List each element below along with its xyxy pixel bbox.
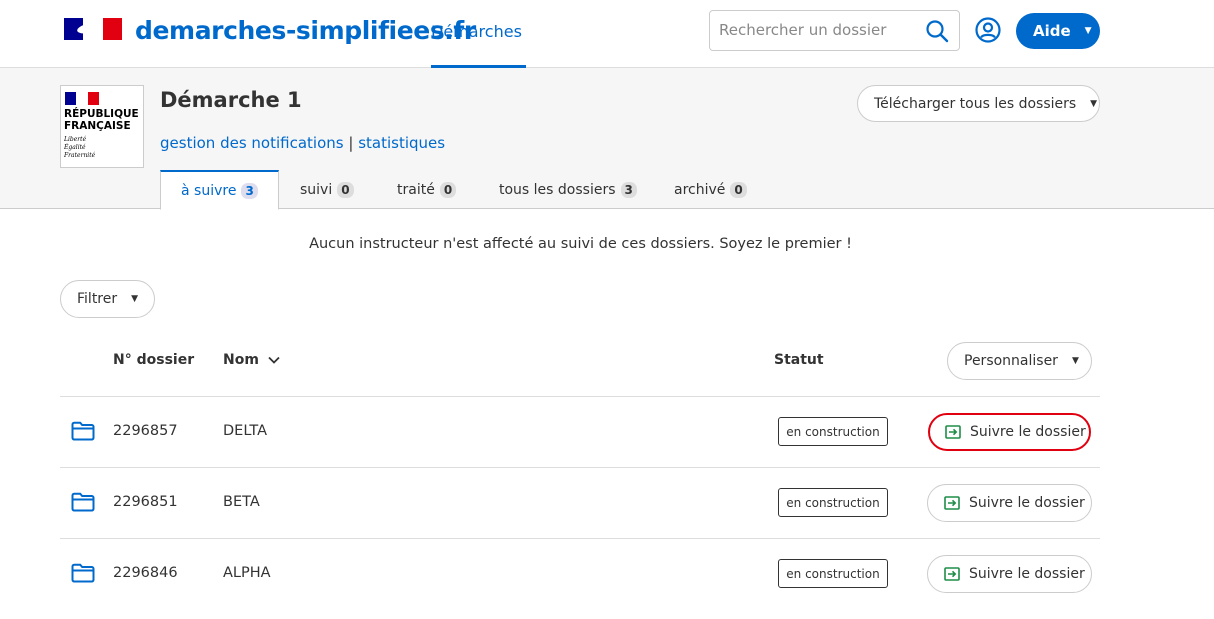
table-row[interactable]: 2296857 DELTA en construction Suivre le … bbox=[60, 397, 1100, 467]
procedure-title: Démarche 1 bbox=[160, 88, 302, 112]
column-header-nom-label: Nom bbox=[223, 352, 259, 368]
notifications-link[interactable]: gestion des notifications bbox=[160, 134, 344, 152]
caret-down-icon: ▼ bbox=[1084, 26, 1092, 36]
procedure-header: RÉPUBLIQUE FRANÇAISE Liberté Égalité Frater… bbox=[0, 68, 1214, 210]
tab-count: 0 bbox=[337, 182, 354, 198]
table-row[interactable]: 2296851 BETA en construction Suivre le d… bbox=[60, 468, 1100, 538]
tab-label: archivé bbox=[674, 182, 726, 198]
dossier-name[interactable]: BETA bbox=[223, 494, 260, 510]
caret-down-icon: ▼ bbox=[1090, 98, 1098, 109]
follow-dossier-button[interactable]: Suivre le dossier bbox=[927, 484, 1092, 522]
tab-count: 3 bbox=[620, 182, 637, 198]
filter-label: Filtrer bbox=[77, 291, 118, 307]
tab-count: 3 bbox=[241, 182, 258, 199]
tab-count: 0 bbox=[730, 182, 747, 198]
dossier-name[interactable]: ALPHA bbox=[223, 565, 271, 581]
status-badge: en construction bbox=[778, 417, 888, 446]
folder-icon[interactable] bbox=[71, 492, 95, 512]
tab-tous-les-dossiers[interactable]: tous les dossiers 3 bbox=[499, 170, 637, 210]
follow-label: Suivre le dossier bbox=[969, 495, 1085, 511]
dossier-number[interactable]: 2296851 bbox=[113, 494, 178, 510]
logo-motto: Liberté Égalité Fraternité bbox=[64, 136, 96, 159]
site-header: demarches-simplifiees.fr Démarches Aide ▼ bbox=[0, 0, 1214, 68]
caret-down-icon: ▼ bbox=[131, 294, 139, 304]
tab-traite[interactable]: traité 0 bbox=[397, 170, 457, 210]
tab-label: tous les dossiers bbox=[499, 182, 616, 198]
column-header-nom[interactable]: Nom bbox=[223, 352, 280, 368]
dossier-name[interactable]: DELTA bbox=[223, 423, 267, 439]
tab-a-suivre[interactable]: à suivre 3 bbox=[160, 170, 279, 210]
follow-label: Suivre le dossier bbox=[969, 566, 1085, 582]
tab-label: à suivre bbox=[181, 182, 237, 199]
procedure-links: gestion des notifications | statistiques bbox=[160, 134, 445, 152]
status-badge: en construction bbox=[778, 488, 888, 517]
download-label: Télécharger tous les dossiers bbox=[874, 95, 1077, 112]
folder-icon[interactable] bbox=[71, 421, 95, 441]
tab-label: traité bbox=[397, 182, 435, 198]
user-account-icon[interactable] bbox=[975, 17, 1001, 43]
tab-label: suivi bbox=[300, 182, 333, 198]
follow-label: Suivre le dossier bbox=[970, 424, 1086, 440]
search-box bbox=[709, 10, 960, 51]
dossier-number[interactable]: 2296846 bbox=[113, 565, 178, 581]
follow-icon bbox=[944, 567, 960, 581]
follow-icon bbox=[945, 425, 961, 439]
chevron-down-icon bbox=[268, 356, 280, 364]
follow-dossier-button[interactable]: Suivre le dossier bbox=[928, 413, 1091, 451]
table-row[interactable]: 2296846 ALPHA en construction Suivre le … bbox=[60, 539, 1100, 609]
aide-button[interactable]: Aide ▼ bbox=[1016, 13, 1100, 49]
follow-dossier-button[interactable]: Suivre le dossier bbox=[927, 555, 1092, 593]
follow-icon bbox=[944, 496, 960, 510]
dossier-number[interactable]: 2296857 bbox=[113, 423, 178, 439]
caret-down-icon: ▼ bbox=[1071, 356, 1079, 366]
filter-button[interactable]: Filtrer ▼ bbox=[60, 280, 155, 318]
aide-label: Aide bbox=[1033, 22, 1071, 40]
column-header-statut[interactable]: Statut bbox=[774, 352, 824, 368]
no-instructor-notice: Aucun instructeur n'est affecté au suivi… bbox=[309, 236, 852, 252]
flag-icon bbox=[65, 92, 99, 105]
logo-text: RÉPUBLIQUE FRANÇAISE bbox=[64, 108, 139, 132]
tab-count: 0 bbox=[439, 182, 457, 198]
download-all-button[interactable]: Télécharger tous les dossiers ▼ bbox=[857, 85, 1100, 122]
link-separator: | bbox=[348, 134, 354, 152]
search-icon[interactable] bbox=[925, 19, 949, 43]
nav-tab-demarches[interactable]: Démarches bbox=[431, 22, 522, 41]
brand-link[interactable]: demarches-simplifiees.fr bbox=[135, 16, 476, 45]
search-input[interactable] bbox=[719, 21, 919, 39]
folder-icon[interactable] bbox=[71, 563, 95, 583]
marianne-logo[interactable] bbox=[64, 18, 122, 40]
customize-label: Personnaliser bbox=[964, 353, 1058, 369]
status-badge: en construction bbox=[778, 559, 888, 588]
tab-suivi[interactable]: suivi 0 bbox=[300, 170, 354, 210]
column-header-num[interactable]: N° dossier bbox=[113, 352, 194, 368]
customize-columns-button[interactable]: Personnaliser ▼ bbox=[947, 342, 1092, 380]
statistics-link[interactable]: statistiques bbox=[358, 134, 445, 152]
procedure-logo: RÉPUBLIQUE FRANÇAISE Liberté Égalité Frater… bbox=[60, 85, 144, 168]
tab-archive[interactable]: archivé 0 bbox=[674, 170, 747, 210]
